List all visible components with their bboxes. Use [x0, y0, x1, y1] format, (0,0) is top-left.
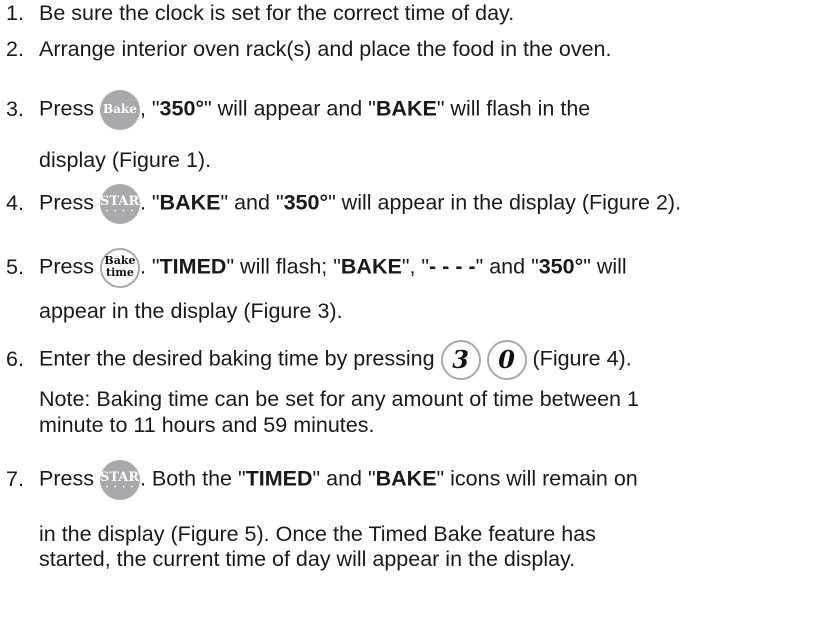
digit-0-button[interactable]: 0 [486, 340, 527, 380]
step-1: 1. Be sure the clock is set for the corre… [6, 0, 514, 26]
step-5: 5. Press Bake time. "TIMED" will flash; "B… [6, 248, 627, 288]
step-7: 7. Press START · · · ·. Both the "TIMED" a… [6, 460, 638, 500]
step-4: 4. Press START · · · ·. "BAKE" and "350°" … [6, 184, 681, 224]
step-5-continued: appear in the display (Figure 3). [39, 299, 343, 323]
step-number: 4. [6, 190, 24, 215]
step-number: 1. [6, 1, 24, 25]
step-text: Arrange interior oven rack(s) and place … [39, 37, 612, 61]
temp-value: 350° [538, 254, 584, 279]
mode-value: BAKE [375, 466, 437, 491]
step-2: 2. Arrange interior oven rack(s) and plac… [6, 36, 611, 62]
mode-value: BAKE [375, 96, 437, 121]
step-number: 5. [6, 254, 24, 279]
step-number: 7. [6, 466, 24, 491]
step-7-continued-1: in the display (Figure 5). Once the Time… [39, 522, 596, 546]
dashes-value: - - - - [429, 254, 476, 279]
start-button[interactable]: START · · · · [99, 460, 149, 500]
step-text: Be sure the clock is set for the correct… [39, 1, 515, 25]
step-number: 6. [6, 346, 24, 371]
step-6-note-line-1: Note: Baking time can be set for any amo… [39, 387, 639, 411]
step-number: 3. [6, 96, 24, 121]
step-3-continued: display (Figure 1). [39, 148, 212, 172]
timed-value: TIMED [245, 466, 313, 491]
step-number: 2. [6, 37, 24, 61]
bake-time-button[interactable]: Bake time [99, 248, 140, 288]
temp-value: 350° [283, 190, 329, 215]
digit-3-button[interactable]: 3 [440, 340, 481, 380]
step-7-continued-2: started, the current time of day will ap… [39, 547, 576, 571]
step-6: 6. Enter the desired baking time by press… [6, 340, 632, 380]
temp-value: 350° [159, 96, 205, 121]
mode-value: BAKE [340, 254, 402, 279]
step-3: 3. Press Bake, "350°" will appear and "BA… [6, 90, 590, 130]
timed-value: TIMED [159, 254, 227, 279]
step-6-note-line-2: minute to 11 hours and 59 minutes. [39, 413, 375, 437]
start-button[interactable]: START · · · · [99, 184, 149, 224]
bake-button[interactable]: Bake [99, 90, 140, 130]
mode-value: BAKE [159, 190, 221, 215]
